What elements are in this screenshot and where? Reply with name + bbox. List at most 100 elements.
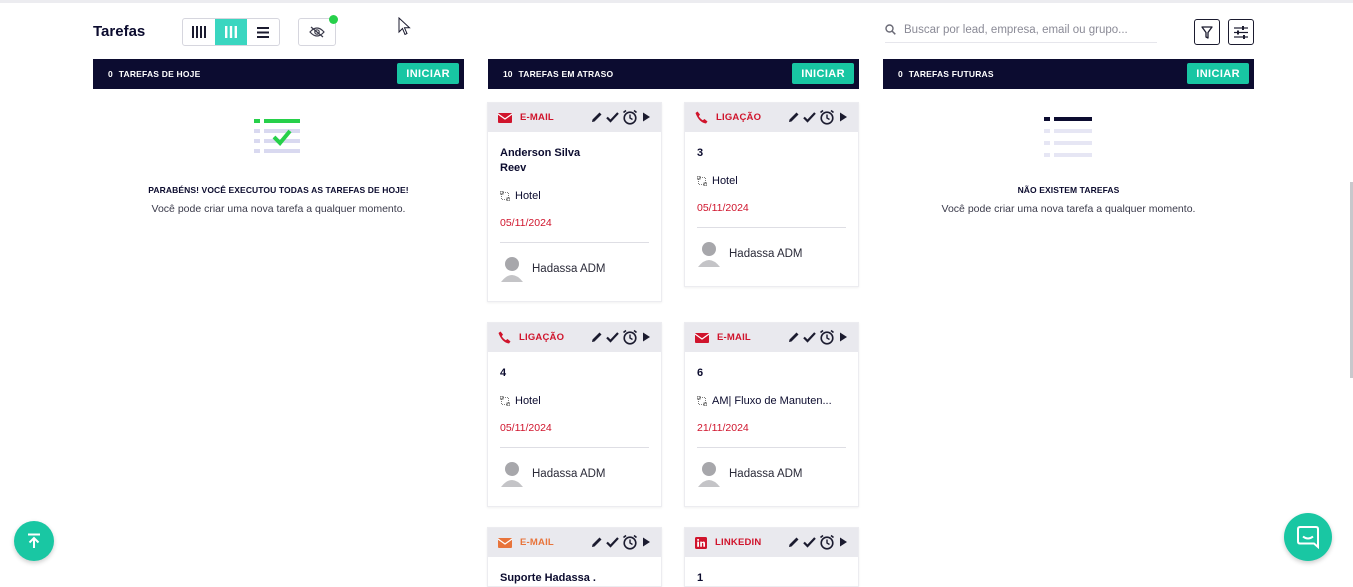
checklist-done-icon [254, 119, 300, 153]
check-icon[interactable] [803, 331, 816, 343]
play-icon[interactable] [641, 331, 651, 343]
play-icon[interactable] [838, 536, 848, 548]
column-count: 0 [108, 69, 113, 79]
empty-title: NÃO EXISTEM TAREFAS [1017, 185, 1120, 195]
edit-icon[interactable] [788, 536, 800, 548]
task-owner: Hadassa ADM [697, 448, 846, 496]
column-header-overdue: 10 TAREFAS EM ATRASO INICIAR [488, 59, 859, 89]
hide-toggle-button[interactable] [298, 15, 338, 46]
task-card[interactable]: LINKEDIN 1 [684, 527, 859, 587]
task-flow-name: Hotel [515, 190, 541, 202]
search-input[interactable]: Buscar por lead, empresa, email ou grupo… [904, 24, 1128, 36]
phone-icon [498, 331, 511, 344]
edit-icon[interactable] [788, 111, 800, 123]
task-card[interactable]: LIGAÇÃO 3 Hotel 05/11/2024 Hadassa ADM [684, 102, 859, 287]
owner-name: Hadassa ADM [729, 248, 803, 260]
page-title: Tarefas [93, 23, 146, 40]
task-owner: Hadassa ADM [500, 448, 649, 496]
alarm-clock-icon[interactable] [622, 109, 638, 125]
task-lead-name[interactable]: Anderson Silva [500, 146, 649, 161]
settings-sliders-button[interactable] [1228, 19, 1254, 45]
task-card[interactable]: LIGAÇÃO 4 Hotel 05/11/2024 Hadassa ADM [487, 322, 662, 507]
task-flow-name: Hotel [515, 395, 541, 407]
task-type: E-MAIL [520, 112, 554, 123]
search-box[interactable]: Buscar por lead, empresa, email ou grupo… [885, 17, 1157, 43]
start-today-button[interactable]: INICIAR [397, 63, 459, 84]
check-icon[interactable] [803, 111, 816, 123]
task-card[interactable]: E-MAIL Anderson Silva Reev Hotel 05/11/2… [487, 102, 662, 302]
task-type: LIGAÇÃO [519, 332, 565, 343]
task-lead-name[interactable]: 6 [697, 366, 846, 381]
email-icon [498, 112, 512, 123]
flow-icon [697, 396, 707, 406]
kanban-icon [225, 26, 237, 38]
email-icon [498, 537, 512, 548]
filter-button[interactable] [1194, 19, 1220, 45]
column-count: 0 [898, 69, 903, 79]
view-columns-button[interactable] [183, 19, 215, 45]
search-icon [885, 24, 896, 35]
avatar-icon [698, 462, 720, 487]
check-icon[interactable] [803, 536, 816, 548]
scroll-to-top-button[interactable] [14, 521, 54, 561]
task-flow-name: Hotel [712, 175, 738, 187]
column-label: TAREFAS FUTURAS [908, 69, 994, 79]
play-icon[interactable] [838, 331, 848, 343]
notification-dot [329, 15, 338, 24]
empty-text: Você pode criar uma nova tarefa a qualqu… [151, 203, 406, 215]
edit-icon[interactable] [788, 331, 800, 343]
task-card-header: LINKEDIN [685, 528, 858, 557]
task-owner: Hadassa ADM [500, 243, 649, 291]
arrow-up-to-line-icon [28, 533, 40, 548]
play-icon[interactable] [838, 111, 848, 123]
task-type: E-MAIL [717, 332, 751, 343]
alarm-clock-icon[interactable] [819, 329, 835, 345]
column-header-today: 0 TAREFAS DE HOJE INICIAR [93, 59, 464, 89]
task-date: 21/11/2024 [697, 422, 749, 434]
task-card-header: E-MAIL [488, 103, 661, 132]
edit-icon[interactable] [591, 111, 603, 123]
view-kanban-button[interactable] [215, 19, 247, 45]
chat-support-button[interactable] [1284, 513, 1332, 561]
task-lead-name[interactable]: 4 [500, 366, 649, 381]
flow-icon [500, 396, 510, 406]
task-date: 05/11/2024 [500, 217, 552, 229]
alarm-clock-icon[interactable] [622, 534, 638, 550]
task-type: LINKEDIN [715, 537, 762, 548]
alarm-clock-icon[interactable] [622, 329, 638, 345]
play-icon[interactable] [641, 536, 651, 548]
task-lead-name[interactable]: Suporte Hadassa . [500, 571, 649, 586]
mouse-cursor-icon [398, 17, 411, 36]
task-card[interactable]: E-MAIL 6 AM| Fluxo de Manuten... 21/11/2… [684, 322, 859, 507]
flow-icon [500, 191, 510, 201]
play-icon[interactable] [641, 111, 651, 123]
email-icon [695, 332, 709, 343]
column-label: TAREFAS EM ATRASO [518, 69, 614, 79]
task-card-header: E-MAIL [488, 528, 661, 557]
start-future-button[interactable]: INICIAR [1187, 63, 1249, 84]
view-list-button[interactable] [247, 19, 279, 45]
task-lead-name[interactable]: 3 [697, 146, 846, 161]
empty-list-icon [1044, 117, 1092, 157]
list-icon [257, 26, 269, 38]
empty-text: Você pode criar uma nova tarefa a qualqu… [941, 203, 1196, 215]
check-icon[interactable] [606, 111, 619, 123]
columns-icon [192, 26, 206, 38]
top-border [0, 0, 1353, 3]
check-icon[interactable] [606, 536, 619, 548]
task-flow: AM| Fluxo de Manuten... [697, 395, 846, 407]
check-icon[interactable] [606, 331, 619, 343]
edit-icon[interactable] [591, 536, 603, 548]
avatar-icon [501, 462, 523, 487]
start-overdue-button[interactable]: INICIAR [792, 63, 854, 84]
edit-icon[interactable] [591, 331, 603, 343]
task-card-header: LIGAÇÃO [488, 323, 661, 352]
column-label: TAREFAS DE HOJE [118, 69, 201, 79]
task-lead-name[interactable]: 1 [697, 571, 846, 586]
empty-state-future: NÃO EXISTEM TAREFAS Você pode criar uma … [883, 185, 1254, 215]
owner-name: Hadassa ADM [729, 468, 803, 480]
alarm-clock-icon[interactable] [819, 534, 835, 550]
sliders-icon [1234, 25, 1248, 39]
alarm-clock-icon[interactable] [819, 109, 835, 125]
task-card[interactable]: E-MAIL Suporte Hadassa . [487, 527, 662, 587]
